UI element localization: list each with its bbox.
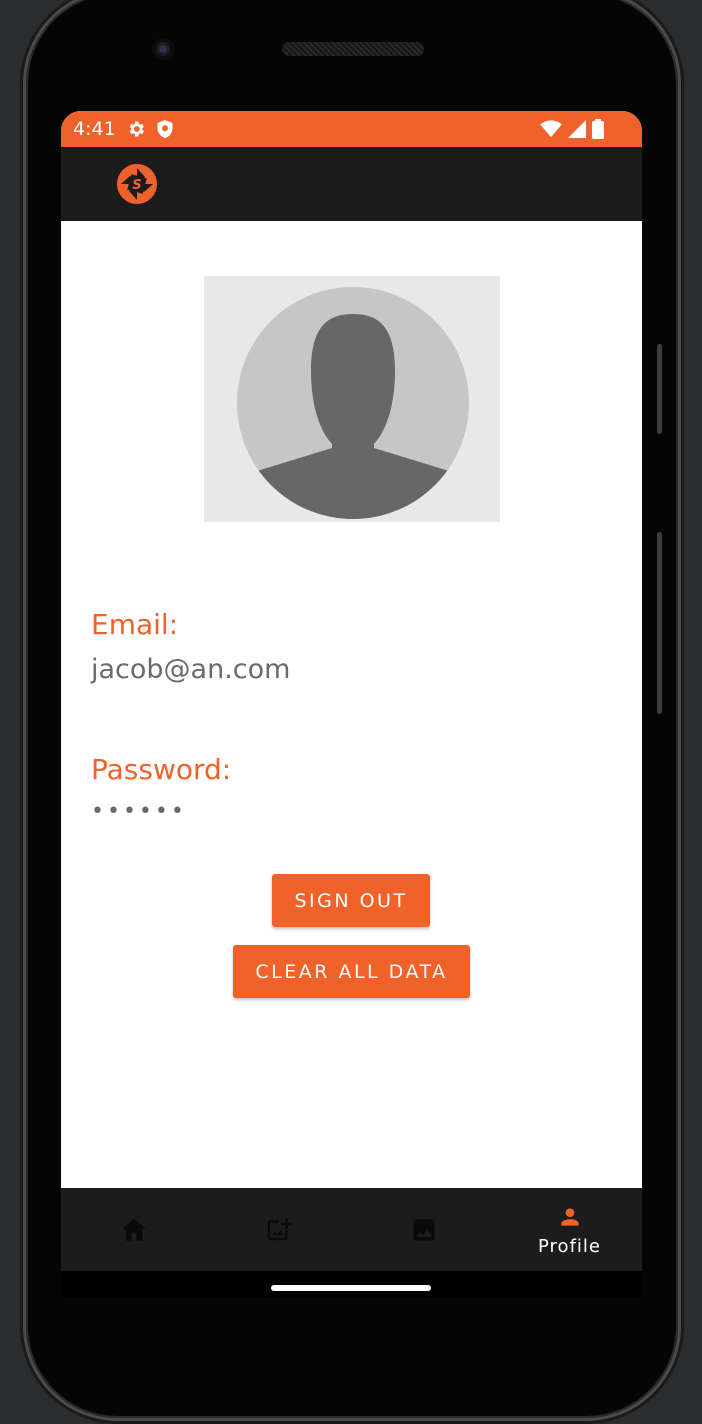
shield-icon	[156, 119, 174, 139]
add-photo-icon	[264, 1214, 294, 1248]
default-avatar-icon	[237, 287, 469, 519]
home-gesture-indicator[interactable]	[271, 1285, 431, 1291]
image-icon	[410, 1216, 438, 1248]
system-nav-bar	[61, 1271, 642, 1297]
profile-content: Email: jacob@an.com Password: •••••• SIG…	[61, 221, 642, 1188]
bottom-navigation: Profile	[61, 1188, 642, 1271]
nav-item-add-photo[interactable]	[206, 1188, 351, 1271]
logo-letter: S	[132, 178, 141, 193]
power-button	[657, 344, 662, 434]
status-bar: 4:41	[61, 111, 642, 147]
email-value: jacob@an.com	[91, 654, 291, 685]
front-camera	[152, 38, 174, 60]
nav-label-profile: Profile	[538, 1236, 601, 1257]
gear-icon	[126, 119, 146, 139]
clear-all-data-button[interactable]: CLEAR ALL DATA	[233, 945, 470, 998]
status-time: 4:41	[73, 118, 116, 140]
battery-icon	[592, 119, 604, 143]
app-bar: S	[61, 147, 642, 221]
password-label: Password:	[91, 753, 232, 786]
earpiece-speaker	[282, 42, 424, 56]
nav-item-home[interactable]	[61, 1188, 206, 1271]
nav-item-profile[interactable]: Profile	[497, 1188, 642, 1271]
email-label: Email:	[91, 608, 179, 641]
sign-out-button[interactable]: SIGN OUT	[272, 874, 430, 927]
password-value: ••••••	[91, 799, 187, 824]
wifi-icon	[540, 120, 562, 142]
signal-icon	[568, 120, 586, 142]
aperture-logo-icon[interactable]: S	[115, 162, 159, 206]
avatar[interactable]	[204, 276, 500, 522]
device-screen: 4:41 S Email: jacob@an.com Password: •••…	[61, 111, 642, 1297]
volume-button	[657, 532, 662, 714]
person-icon	[557, 1204, 583, 1234]
nav-item-gallery[interactable]	[351, 1188, 496, 1271]
home-icon	[120, 1216, 148, 1246]
